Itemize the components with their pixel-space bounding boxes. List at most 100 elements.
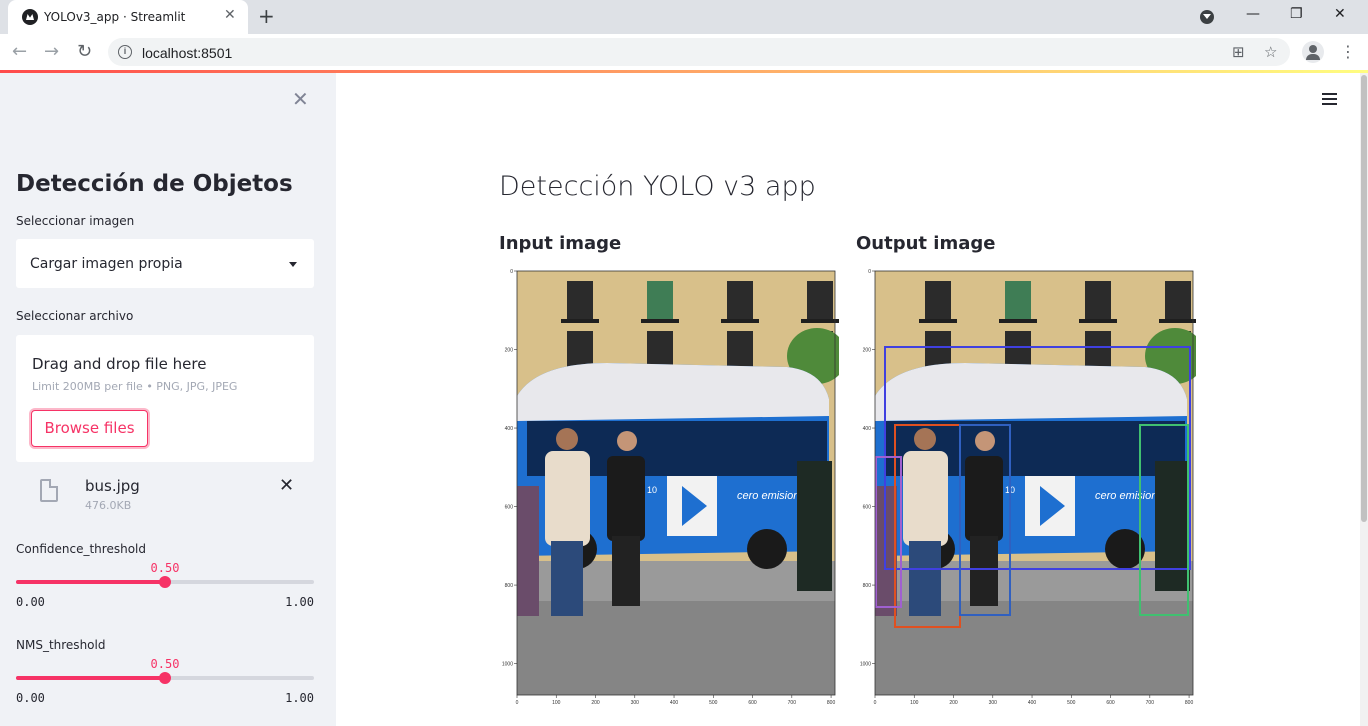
slider-min: 0.00: [16, 595, 45, 609]
slider-max: 1.00: [285, 595, 314, 609]
window-close-icon[interactable]: ✕: [1334, 6, 1346, 22]
x-tick-label: 200: [949, 700, 958, 706]
bookmark-star-icon[interactable]: ☆: [1264, 43, 1277, 61]
file-name: bus.jpg: [85, 477, 140, 495]
slider-value: 0.50: [150, 657, 180, 671]
address-bar[interactable]: i localhost:8501 ⊞ ☆: [108, 38, 1290, 66]
x-tick-label: 200: [591, 700, 600, 706]
person-legs: [909, 541, 941, 616]
y-tick-label: 800: [863, 583, 872, 589]
dropzone-limit: Limit 200MB per file • PNG, JPG, JPEG: [32, 380, 238, 393]
file-dropzone[interactable]: Drag and drop file here Limit 200MB per …: [16, 335, 314, 462]
x-tick-label: 300: [989, 700, 998, 706]
caret-down-icon: [289, 262, 297, 267]
window: [567, 281, 593, 321]
y-tick-label: 800: [505, 583, 514, 589]
x-tick-label: 600: [748, 700, 757, 706]
x-tick-label: 800: [1185, 700, 1194, 706]
output-image-plot: cero emisiones10020040060080010000 100 200…: [860, 269, 1205, 706]
slider-track[interactable]: [16, 672, 314, 684]
translate-icon[interactable]: ⊞: [1232, 43, 1245, 61]
scrollbar-thumb[interactable]: [1361, 75, 1367, 522]
x-tick-label: 400: [670, 700, 679, 706]
select-image-label: Seleccionar imagen: [16, 214, 135, 228]
window: [647, 281, 673, 321]
select-value: Cargar imagen propia: [30, 256, 183, 272]
x-tick-label: 500: [1067, 700, 1076, 706]
y-tick-label: 400: [505, 426, 514, 432]
person-legs: [970, 536, 998, 606]
back-icon[interactable]: ←: [12, 41, 27, 62]
photo: cero emisiones10: [514, 270, 847, 698]
main-content: Detección YOLO v3 app Input image Output…: [336, 73, 1368, 726]
hamburger-menu-icon[interactable]: [1322, 93, 1337, 106]
new-tab-icon[interactable]: +: [258, 4, 275, 28]
window: [1085, 281, 1111, 321]
select-file-label: Seleccionar archivo: [16, 309, 134, 323]
restore-icon[interactable]: ❐: [1290, 6, 1303, 22]
person-right: [1155, 461, 1190, 591]
url-text: localhost:8501: [142, 45, 233, 61]
browser-toolbar: ← → ↻ i localhost:8501 ⊞ ☆ ⋮: [0, 34, 1368, 70]
bus-roof: [875, 363, 1187, 421]
x-tick-label: 0: [874, 700, 877, 706]
balcony: [721, 319, 759, 323]
output-image-heading: Output image: [856, 233, 996, 254]
bus-number: 10: [647, 485, 657, 495]
browser-menu-icon[interactable]: ⋮: [1340, 42, 1356, 61]
window: [925, 281, 951, 321]
window: [727, 281, 753, 321]
slider-thumb[interactable]: [159, 672, 171, 684]
balcony: [561, 319, 599, 323]
nms-slider[interactable]: 0.50 0.00 1.00: [16, 657, 314, 717]
person-coat: [903, 451, 948, 546]
remove-file-icon[interactable]: ✕: [279, 475, 294, 496]
y-tick-label: 600: [505, 505, 514, 511]
slider-min: 0.00: [16, 691, 45, 705]
balcony: [801, 319, 839, 323]
balcony: [999, 319, 1037, 323]
slider-thumb[interactable]: [159, 576, 171, 588]
person-right: [797, 461, 832, 591]
y-tick-label: 200: [505, 348, 514, 354]
forward-icon[interactable]: →: [44, 41, 59, 62]
sidebar: ✕ Detección de Objetos Seleccionar image…: [0, 73, 336, 726]
window: [1085, 331, 1111, 371]
y-tick-label: 1000: [502, 662, 513, 668]
minimize-icon[interactable]: —: [1246, 6, 1260, 22]
window: [727, 331, 753, 371]
x-tick-label: 400: [1028, 700, 1037, 706]
file-icon: [40, 479, 58, 502]
bus-roof: [517, 363, 829, 421]
x-tick-label: 800: [827, 700, 836, 706]
tab-close-icon[interactable]: ✕: [224, 7, 236, 23]
slider-fill: [16, 676, 165, 680]
window: [807, 281, 833, 321]
balcony: [641, 319, 679, 323]
site-info-icon[interactable]: i: [118, 45, 132, 59]
x-tick-label: 300: [631, 700, 640, 706]
y-tick-label: 600: [863, 505, 872, 511]
browser-tab[interactable]: YOLOv3_app · Streamlit ✕: [8, 0, 248, 34]
x-tick-label: 700: [788, 700, 797, 706]
streamlit-favicon-icon: [22, 9, 38, 25]
person-coat: [545, 451, 590, 546]
uploaded-file: bus.jpg 476.0KB ✕: [16, 470, 314, 520]
profile-avatar-icon[interactable]: [1302, 41, 1324, 63]
tab-search-icon[interactable]: [1200, 10, 1214, 24]
x-tick-label: 100: [910, 700, 919, 706]
x-tick-label: 500: [709, 700, 718, 706]
scrollbar[interactable]: [1360, 73, 1368, 726]
image-source-select[interactable]: Cargar imagen propia: [16, 239, 314, 288]
photo: cero emisiones10: [872, 270, 1205, 698]
confidence-slider[interactable]: 0.50 0.00 1.00: [16, 561, 314, 621]
slider-track[interactable]: [16, 576, 314, 588]
x-tick-label: 600: [1106, 700, 1115, 706]
x-tick-label: 700: [1146, 700, 1155, 706]
reload-icon[interactable]: ↻: [77, 41, 92, 62]
sidebar-close-icon[interactable]: ✕: [292, 87, 309, 111]
y-tick-label: 200: [863, 348, 872, 354]
browse-files-button[interactable]: Browse files: [31, 410, 148, 447]
bus-wheel: [747, 529, 787, 569]
slider-value: 0.50: [150, 561, 180, 575]
